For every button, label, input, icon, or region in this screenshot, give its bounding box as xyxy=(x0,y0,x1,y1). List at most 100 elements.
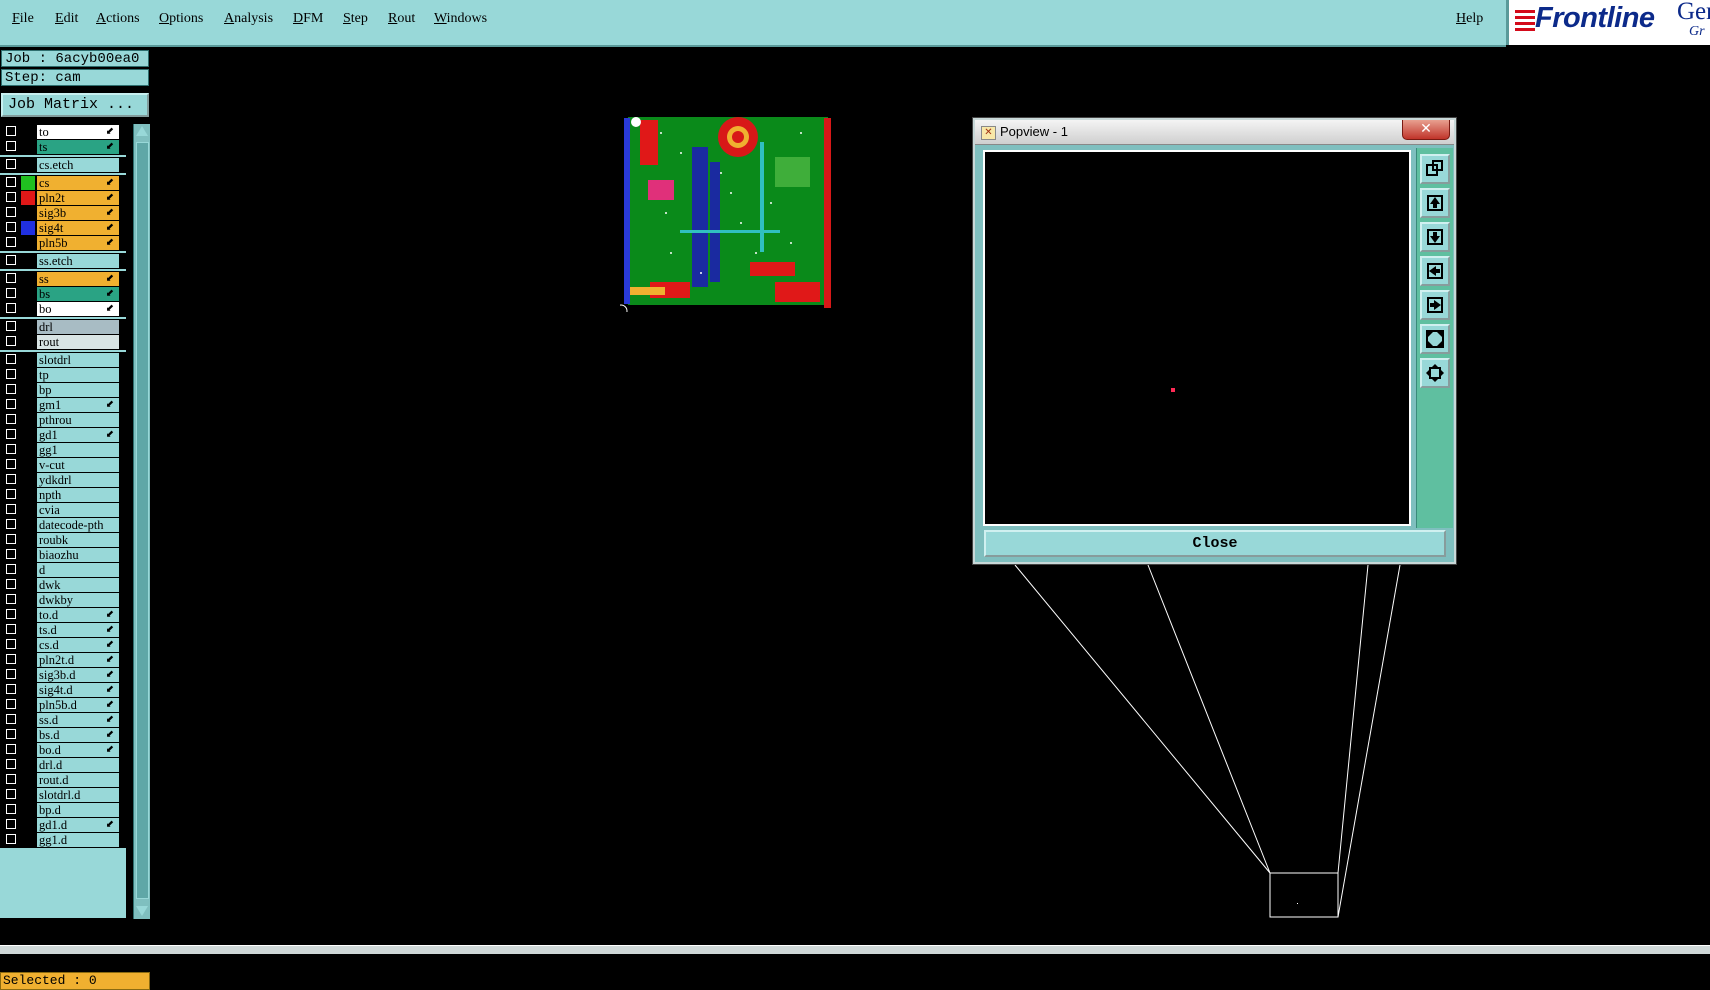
layer-row[interactable]: to ⬋ xyxy=(0,124,126,140)
layer-checkbox[interactable] xyxy=(6,126,16,136)
layer-color-swatch[interactable] xyxy=(21,176,35,190)
job-matrix-button[interactable]: Job Matrix ... xyxy=(1,93,149,117)
layer-row[interactable]: ts ⬋ xyxy=(0,139,126,155)
layer-checkbox[interactable] xyxy=(6,654,16,664)
layer-checkbox[interactable] xyxy=(6,354,16,364)
layer-checkbox[interactable] xyxy=(6,222,16,232)
layer-row[interactable]: gd1 ⬋ xyxy=(0,427,126,443)
layer-checkbox[interactable] xyxy=(6,303,16,313)
zoom-window-button[interactable] xyxy=(1420,154,1450,184)
menu-help[interactable]: Help xyxy=(1456,11,1483,27)
layer-row[interactable]: pln2t.d ⬋ xyxy=(0,652,126,668)
layer-name[interactable]: gg1.d xyxy=(37,833,119,847)
layer-name[interactable]: cvia xyxy=(37,503,119,517)
layer-checkbox[interactable] xyxy=(6,819,16,829)
layer-row[interactable]: rout.d xyxy=(0,772,126,788)
layer-row[interactable]: cs.etch xyxy=(0,157,126,173)
layer-checkbox[interactable] xyxy=(6,609,16,619)
layer-row[interactable]: sig4t ⬋ xyxy=(0,220,126,236)
layer-row[interactable]: slotdrl xyxy=(0,352,126,368)
layer-checkbox[interactable] xyxy=(6,489,16,499)
layer-checkbox[interactable] xyxy=(6,207,16,217)
layer-checkbox[interactable] xyxy=(6,399,16,409)
layer-name[interactable]: cs.etch xyxy=(37,158,119,172)
zoom-fit-button[interactable] xyxy=(1420,358,1450,388)
layer-row[interactable]: sig3b.d ⬋ xyxy=(0,667,126,683)
layer-row[interactable]: ss.d ⬋ xyxy=(0,712,126,728)
menu-edit[interactable]: Edit xyxy=(55,11,78,27)
pan-left-button[interactable] xyxy=(1420,256,1450,286)
layer-checkbox[interactable] xyxy=(6,321,16,331)
layer-checkbox[interactable] xyxy=(6,504,16,514)
layer-checkbox[interactable] xyxy=(6,141,16,151)
layer-name[interactable]: datecode-pth xyxy=(37,518,119,532)
layer-row[interactable]: pthrou xyxy=(0,412,126,428)
layer-row[interactable]: pln2t ⬋ xyxy=(0,190,126,206)
layer-row[interactable]: slotdrl.d xyxy=(0,787,126,803)
layer-checkbox[interactable] xyxy=(6,834,16,844)
layer-checkbox[interactable] xyxy=(6,429,16,439)
layer-checkbox[interactable] xyxy=(6,804,16,814)
layer-row[interactable]: sig4t.d ⬋ xyxy=(0,682,126,698)
layer-row[interactable]: ts.d ⬋ xyxy=(0,622,126,638)
layer-row[interactable]: cs.d ⬋ xyxy=(0,637,126,653)
layer-row[interactable]: sig3b ⬋ xyxy=(0,205,126,221)
layer-name[interactable]: dwk xyxy=(37,578,119,592)
layer-checkbox[interactable] xyxy=(6,273,16,283)
menu-analysis[interactable]: Analysis xyxy=(224,11,273,27)
layer-row[interactable]: gg1.d xyxy=(0,832,126,848)
layer-row[interactable]: drl xyxy=(0,319,126,335)
layer-row[interactable]: biaozhu xyxy=(0,547,126,563)
layer-name[interactable]: bp xyxy=(37,383,119,397)
layer-row[interactable]: ss.etch xyxy=(0,253,126,269)
layer-row[interactable]: datecode-pth xyxy=(0,517,126,533)
layer-name[interactable]: drl xyxy=(37,320,119,334)
layer-name[interactable]: bp.d xyxy=(37,803,119,817)
pan-down-button[interactable] xyxy=(1420,222,1450,252)
layer-list-scrollbar[interactable] xyxy=(133,124,150,919)
layer-name[interactable]: slotdrl xyxy=(37,353,119,367)
menu-step[interactable]: Step xyxy=(343,11,368,27)
layer-checkbox[interactable] xyxy=(6,624,16,634)
layer-name[interactable]: tp xyxy=(37,368,119,382)
menu-dfm[interactable]: DFM xyxy=(293,11,323,27)
scroll-up-icon[interactable] xyxy=(136,126,148,136)
zoom-home-button[interactable] xyxy=(1420,324,1450,354)
layer-row[interactable]: cs ⬋ xyxy=(0,175,126,191)
popview-canvas[interactable] xyxy=(983,150,1411,526)
layer-row[interactable]: ss ⬋ xyxy=(0,271,126,287)
layer-row[interactable]: npth xyxy=(0,487,126,503)
layer-checkbox[interactable] xyxy=(6,699,16,709)
layer-row[interactable]: bs ⬋ xyxy=(0,286,126,302)
layer-checkbox[interactable] xyxy=(6,774,16,784)
layer-row[interactable]: gm1 ⬋ xyxy=(0,397,126,413)
menu-actions[interactable]: Actions xyxy=(96,11,140,27)
layer-checkbox[interactable] xyxy=(6,789,16,799)
layer-checkbox[interactable] xyxy=(6,255,16,265)
layer-name[interactable]: biaozhu xyxy=(37,548,119,562)
layer-row[interactable]: pln5b ⬋ xyxy=(0,235,126,251)
layer-name[interactable]: pthrou xyxy=(37,413,119,427)
layer-name[interactable]: slotdrl.d xyxy=(37,788,119,802)
layer-checkbox[interactable] xyxy=(6,744,16,754)
layer-row[interactable]: v-cut xyxy=(0,457,126,473)
layer-row[interactable]: roubk xyxy=(0,532,126,548)
layer-row[interactable]: dwk xyxy=(0,577,126,593)
layer-row[interactable]: dwkby xyxy=(0,592,126,608)
layer-checkbox[interactable] xyxy=(6,519,16,529)
layer-name[interactable]: roubk xyxy=(37,533,119,547)
layer-checkbox[interactable] xyxy=(6,288,16,298)
scroll-thumb[interactable] xyxy=(136,142,149,899)
layer-checkbox[interactable] xyxy=(6,192,16,202)
layer-checkbox[interactable] xyxy=(6,534,16,544)
popview-close-button[interactable]: Close xyxy=(984,530,1446,557)
menu-windows[interactable]: Windows xyxy=(434,11,487,27)
layer-name[interactable]: d xyxy=(37,563,119,577)
layer-checkbox[interactable] xyxy=(6,669,16,679)
menu-rout[interactable]: Rout xyxy=(388,11,415,27)
layer-row[interactable]: cvia xyxy=(0,502,126,518)
layer-checkbox[interactable] xyxy=(6,237,16,247)
layer-row[interactable]: gd1.d ⬋ xyxy=(0,817,126,833)
layer-row[interactable]: bo.d ⬋ xyxy=(0,742,126,758)
layer-name[interactable]: rout xyxy=(37,335,119,349)
